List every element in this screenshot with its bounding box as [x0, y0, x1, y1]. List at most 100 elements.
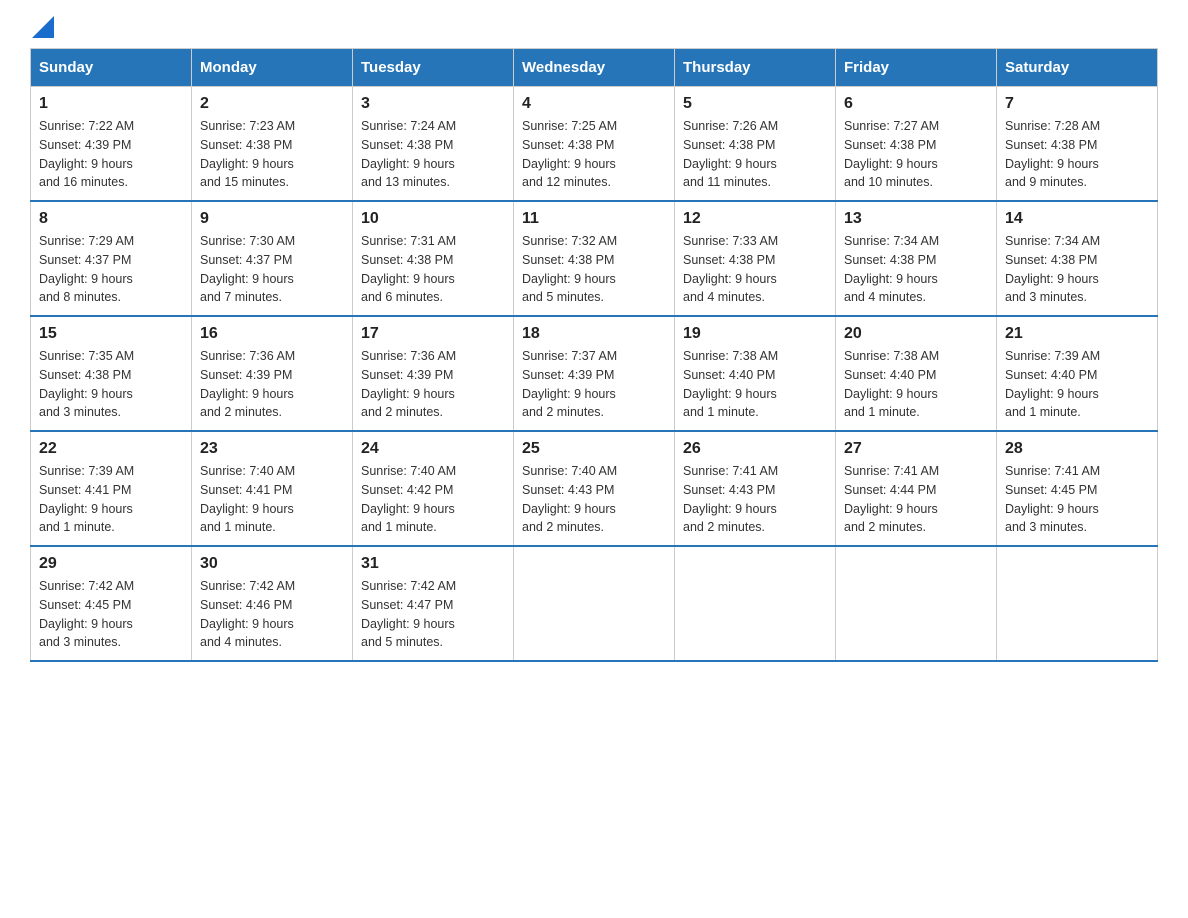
calendar-day-cell: 24 Sunrise: 7:40 AM Sunset: 4:42 PM Dayl…: [353, 431, 514, 546]
calendar-day-cell: [836, 546, 997, 661]
day-info: Sunrise: 7:32 AM Sunset: 4:38 PM Dayligh…: [522, 232, 666, 307]
calendar-day-cell: 9 Sunrise: 7:30 AM Sunset: 4:37 PM Dayli…: [192, 201, 353, 316]
day-number: 26: [683, 440, 827, 458]
calendar-week-row: 1 Sunrise: 7:22 AM Sunset: 4:39 PM Dayli…: [31, 87, 1158, 202]
day-number: 2: [200, 95, 344, 113]
day-number: 19: [683, 325, 827, 343]
day-number: 12: [683, 210, 827, 228]
calendar-day-cell: 14 Sunrise: 7:34 AM Sunset: 4:38 PM Dayl…: [997, 201, 1158, 316]
day-number: 16: [200, 325, 344, 343]
day-info: Sunrise: 7:40 AM Sunset: 4:43 PM Dayligh…: [522, 462, 666, 537]
day-info: Sunrise: 7:30 AM Sunset: 4:37 PM Dayligh…: [200, 232, 344, 307]
day-info: Sunrise: 7:34 AM Sunset: 4:38 PM Dayligh…: [844, 232, 988, 307]
day-info: Sunrise: 7:35 AM Sunset: 4:38 PM Dayligh…: [39, 347, 183, 422]
weekday-header-thursday: Thursday: [675, 49, 836, 87]
day-number: 29: [39, 555, 183, 573]
day-info: Sunrise: 7:36 AM Sunset: 4:39 PM Dayligh…: [200, 347, 344, 422]
day-number: 25: [522, 440, 666, 458]
day-info: Sunrise: 7:39 AM Sunset: 4:41 PM Dayligh…: [39, 462, 183, 537]
calendar-day-cell: 15 Sunrise: 7:35 AM Sunset: 4:38 PM Dayl…: [31, 316, 192, 431]
day-number: 27: [844, 440, 988, 458]
day-number: 8: [39, 210, 183, 228]
calendar-day-cell: 26 Sunrise: 7:41 AM Sunset: 4:43 PM Dayl…: [675, 431, 836, 546]
day-number: 13: [844, 210, 988, 228]
day-info: Sunrise: 7:31 AM Sunset: 4:38 PM Dayligh…: [361, 232, 505, 307]
day-number: 24: [361, 440, 505, 458]
calendar-week-row: 8 Sunrise: 7:29 AM Sunset: 4:37 PM Dayli…: [31, 201, 1158, 316]
day-number: 9: [200, 210, 344, 228]
weekday-header-wednesday: Wednesday: [514, 49, 675, 87]
calendar-day-cell: 25 Sunrise: 7:40 AM Sunset: 4:43 PM Dayl…: [514, 431, 675, 546]
day-info: Sunrise: 7:41 AM Sunset: 4:43 PM Dayligh…: [683, 462, 827, 537]
calendar-day-cell: 27 Sunrise: 7:41 AM Sunset: 4:44 PM Dayl…: [836, 431, 997, 546]
calendar-day-cell: 13 Sunrise: 7:34 AM Sunset: 4:38 PM Dayl…: [836, 201, 997, 316]
day-number: 4: [522, 95, 666, 113]
day-number: 17: [361, 325, 505, 343]
calendar-day-cell: 4 Sunrise: 7:25 AM Sunset: 4:38 PM Dayli…: [514, 87, 675, 202]
day-number: 10: [361, 210, 505, 228]
calendar-week-row: 15 Sunrise: 7:35 AM Sunset: 4:38 PM Dayl…: [31, 316, 1158, 431]
calendar-day-cell: 7 Sunrise: 7:28 AM Sunset: 4:38 PM Dayli…: [997, 87, 1158, 202]
day-number: 18: [522, 325, 666, 343]
day-info: Sunrise: 7:24 AM Sunset: 4:38 PM Dayligh…: [361, 117, 505, 192]
weekday-header-friday: Friday: [836, 49, 997, 87]
day-info: Sunrise: 7:42 AM Sunset: 4:46 PM Dayligh…: [200, 577, 344, 652]
calendar-day-cell: 21 Sunrise: 7:39 AM Sunset: 4:40 PM Dayl…: [997, 316, 1158, 431]
calendar-day-cell: 5 Sunrise: 7:26 AM Sunset: 4:38 PM Dayli…: [675, 87, 836, 202]
calendar-day-cell: 6 Sunrise: 7:27 AM Sunset: 4:38 PM Dayli…: [836, 87, 997, 202]
day-info: Sunrise: 7:29 AM Sunset: 4:37 PM Dayligh…: [39, 232, 183, 307]
day-info: Sunrise: 7:36 AM Sunset: 4:39 PM Dayligh…: [361, 347, 505, 422]
day-number: 22: [39, 440, 183, 458]
day-number: 1: [39, 95, 183, 113]
day-info: Sunrise: 7:23 AM Sunset: 4:38 PM Dayligh…: [200, 117, 344, 192]
day-number: 5: [683, 95, 827, 113]
day-number: 11: [522, 210, 666, 228]
day-info: Sunrise: 7:38 AM Sunset: 4:40 PM Dayligh…: [683, 347, 827, 422]
day-number: 30: [200, 555, 344, 573]
day-info: Sunrise: 7:40 AM Sunset: 4:41 PM Dayligh…: [200, 462, 344, 537]
calendar-table: SundayMondayTuesdayWednesdayThursdayFrid…: [30, 48, 1158, 662]
weekday-header-row: SundayMondayTuesdayWednesdayThursdayFrid…: [31, 49, 1158, 87]
calendar-day-cell: [675, 546, 836, 661]
page-header: [30, 20, 1158, 30]
day-info: Sunrise: 7:39 AM Sunset: 4:40 PM Dayligh…: [1005, 347, 1149, 422]
calendar-day-cell: 30 Sunrise: 7:42 AM Sunset: 4:46 PM Dayl…: [192, 546, 353, 661]
calendar-day-cell: 11 Sunrise: 7:32 AM Sunset: 4:38 PM Dayl…: [514, 201, 675, 316]
day-number: 15: [39, 325, 183, 343]
day-info: Sunrise: 7:22 AM Sunset: 4:39 PM Dayligh…: [39, 117, 183, 192]
logo: [30, 20, 54, 30]
day-number: 20: [844, 325, 988, 343]
day-number: 31: [361, 555, 505, 573]
weekday-header-sunday: Sunday: [31, 49, 192, 87]
calendar-day-cell: 29 Sunrise: 7:42 AM Sunset: 4:45 PM Dayl…: [31, 546, 192, 661]
day-info: Sunrise: 7:41 AM Sunset: 4:44 PM Dayligh…: [844, 462, 988, 537]
calendar-day-cell: 3 Sunrise: 7:24 AM Sunset: 4:38 PM Dayli…: [353, 87, 514, 202]
weekday-header-monday: Monday: [192, 49, 353, 87]
day-info: Sunrise: 7:27 AM Sunset: 4:38 PM Dayligh…: [844, 117, 988, 192]
calendar-day-cell: 10 Sunrise: 7:31 AM Sunset: 4:38 PM Dayl…: [353, 201, 514, 316]
day-info: Sunrise: 7:42 AM Sunset: 4:47 PM Dayligh…: [361, 577, 505, 652]
day-info: Sunrise: 7:40 AM Sunset: 4:42 PM Dayligh…: [361, 462, 505, 537]
calendar-day-cell: 19 Sunrise: 7:38 AM Sunset: 4:40 PM Dayl…: [675, 316, 836, 431]
day-number: 23: [200, 440, 344, 458]
calendar-day-cell: 22 Sunrise: 7:39 AM Sunset: 4:41 PM Dayl…: [31, 431, 192, 546]
day-number: 14: [1005, 210, 1149, 228]
calendar-day-cell: 1 Sunrise: 7:22 AM Sunset: 4:39 PM Dayli…: [31, 87, 192, 202]
day-number: 3: [361, 95, 505, 113]
day-info: Sunrise: 7:42 AM Sunset: 4:45 PM Dayligh…: [39, 577, 183, 652]
calendar-day-cell: [997, 546, 1158, 661]
calendar-day-cell: 28 Sunrise: 7:41 AM Sunset: 4:45 PM Dayl…: [997, 431, 1158, 546]
logo-triangle-icon: [32, 16, 54, 38]
calendar-day-cell: 18 Sunrise: 7:37 AM Sunset: 4:39 PM Dayl…: [514, 316, 675, 431]
calendar-day-cell: 31 Sunrise: 7:42 AM Sunset: 4:47 PM Dayl…: [353, 546, 514, 661]
calendar-week-row: 22 Sunrise: 7:39 AM Sunset: 4:41 PM Dayl…: [31, 431, 1158, 546]
day-number: 28: [1005, 440, 1149, 458]
day-info: Sunrise: 7:33 AM Sunset: 4:38 PM Dayligh…: [683, 232, 827, 307]
day-number: 7: [1005, 95, 1149, 113]
calendar-day-cell: 8 Sunrise: 7:29 AM Sunset: 4:37 PM Dayli…: [31, 201, 192, 316]
day-number: 6: [844, 95, 988, 113]
day-info: Sunrise: 7:26 AM Sunset: 4:38 PM Dayligh…: [683, 117, 827, 192]
calendar-day-cell: 2 Sunrise: 7:23 AM Sunset: 4:38 PM Dayli…: [192, 87, 353, 202]
calendar-day-cell: 16 Sunrise: 7:36 AM Sunset: 4:39 PM Dayl…: [192, 316, 353, 431]
calendar-day-cell: 12 Sunrise: 7:33 AM Sunset: 4:38 PM Dayl…: [675, 201, 836, 316]
